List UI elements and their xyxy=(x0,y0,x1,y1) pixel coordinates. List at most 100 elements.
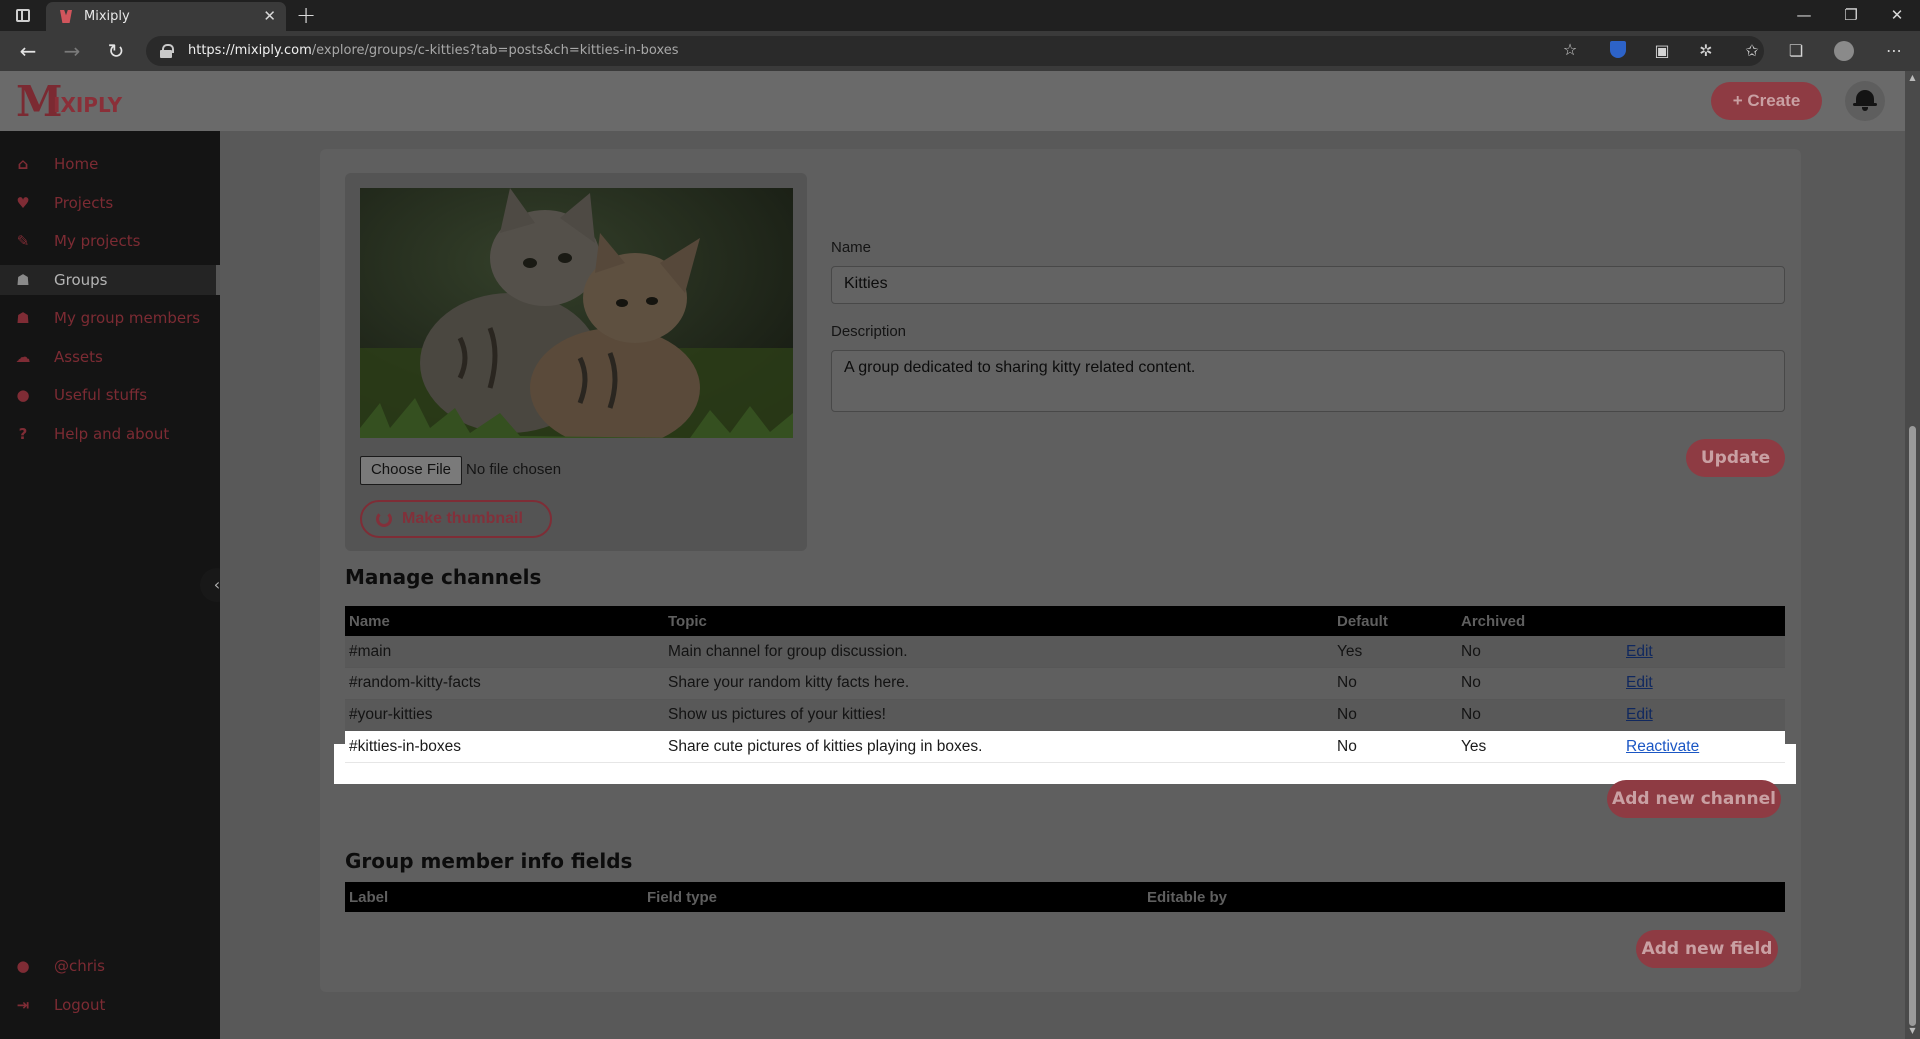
tab-title: Mixiply xyxy=(84,9,130,24)
bitwarden-icon[interactable] xyxy=(1608,41,1628,61)
channel-topic: Show us pictures of your kitties! xyxy=(664,699,1333,731)
lightbulb-icon: ● xyxy=(16,386,30,404)
channel-archived: No xyxy=(1457,667,1607,700)
settings-more-icon[interactable]: ⋯ xyxy=(1884,41,1904,61)
reactivate-link[interactable]: Reactivate xyxy=(1626,738,1699,755)
users-icon: ☗ xyxy=(16,271,30,289)
column-header xyxy=(1607,606,1785,636)
group-icon: ☗ xyxy=(16,309,30,327)
member-fields-header-row: Label Field type Editable by xyxy=(345,882,1785,912)
channel-default: No xyxy=(1333,699,1457,731)
extensions-icon[interactable]: ✲ xyxy=(1696,41,1716,61)
column-header: Topic xyxy=(664,606,1333,636)
sidebar-item-help-and-about[interactable]: ? Help and about xyxy=(0,419,216,449)
forward-icon[interactable]: → xyxy=(58,37,86,65)
lock-icon[interactable] xyxy=(160,44,174,58)
question-icon: ? xyxy=(18,425,28,443)
main-content: Choose File No file chosen Make thumbnai… xyxy=(220,131,1905,1039)
name-label: Name xyxy=(831,239,872,256)
channel-topic: Main channel for group discussion. xyxy=(664,636,1333,668)
refresh-icon xyxy=(376,511,392,527)
scroll-thumb[interactable] xyxy=(1909,426,1916,1026)
table-row: #random-kitty-facts Share your random ki… xyxy=(345,667,1785,700)
scroll-down-icon[interactable]: ▼ xyxy=(1908,1026,1917,1036)
channel-name: #main xyxy=(345,636,664,668)
address-bar-row: ← → ↻ https://mixiply.com/explore/groups… xyxy=(0,31,1920,71)
column-header: Default xyxy=(1333,606,1457,636)
add-new-channel-button[interactable]: Add new channel xyxy=(1607,780,1781,818)
browser-tab[interactable]: Mixiply ✕ xyxy=(46,2,286,31)
page-scrollbar[interactable]: ▲ ▼ xyxy=(1905,71,1920,1039)
member-fields-table: Label Field type Editable by xyxy=(345,882,1785,912)
mixiply-logo[interactable]: M IXIPLY xyxy=(16,79,122,125)
restore-icon[interactable]: ❐ xyxy=(1836,5,1866,25)
group-settings-panel: Choose File No file chosen Make thumbnai… xyxy=(320,149,1801,992)
back-icon[interactable]: ← xyxy=(14,37,42,65)
channel-name: #your-kitties xyxy=(345,699,664,731)
sidebar-item-assets[interactable]: ☁ Assets xyxy=(0,342,216,372)
home-icon: ⌂ xyxy=(17,155,29,173)
logout-icon: ⇥ xyxy=(16,996,30,1014)
edit-link[interactable]: Edit xyxy=(1626,674,1653,691)
name-input[interactable]: Kitties xyxy=(831,266,1785,304)
column-header: Label xyxy=(345,882,643,912)
minimize-icon[interactable]: — xyxy=(1789,5,1819,25)
sidebar-item-my-group-members[interactable]: ☗ My group members xyxy=(0,303,216,333)
channel-topic: Share your random kitty facts here. xyxy=(664,667,1333,700)
channels-table: Name Topic Default Archived #main Main c… xyxy=(345,606,1785,763)
column-header: Name xyxy=(345,606,664,636)
cloud-icon: ☁ xyxy=(15,348,31,366)
add-new-field-button[interactable]: Add new field xyxy=(1636,930,1778,968)
sidebar-item-logout[interactable]: ⇥ Logout xyxy=(0,990,216,1020)
close-tab-icon[interactable]: ✕ xyxy=(263,7,276,25)
sidebar-item-groups[interactable]: ☗ Groups xyxy=(0,265,220,295)
collections-icon[interactable]: ❏ xyxy=(1786,41,1806,61)
column-header: Field type xyxy=(643,882,1143,912)
channel-default: No xyxy=(1333,730,1457,763)
channel-name: #random-kitty-facts xyxy=(345,667,664,700)
sidebar-item-user[interactable]: ● @chris xyxy=(0,951,216,981)
choose-file-button[interactable]: Choose File xyxy=(360,456,462,485)
make-thumbnail-button[interactable]: Make thumbnail xyxy=(360,500,552,538)
favorites-icon[interactable]: ✩ xyxy=(1742,41,1762,61)
thumbnail-card: Choose File No file chosen Make thumbnai… xyxy=(345,173,807,551)
channel-topic: Share cute pictures of kitties playing i… xyxy=(664,730,1333,763)
file-status: No file chosen xyxy=(466,461,562,478)
sidebar-item-home[interactable]: ⌂ Home xyxy=(0,149,216,179)
browser-tab-bar: Mixiply ✕ + — ❐ ✕ xyxy=(0,0,1920,31)
user-icon: ● xyxy=(16,957,30,975)
bell-icon xyxy=(1853,90,1877,111)
create-button[interactable]: + Create xyxy=(1711,82,1822,120)
channels-header-row: Name Topic Default Archived xyxy=(345,606,1785,636)
refresh-icon[interactable]: ↻ xyxy=(102,37,130,65)
channel-default: Yes xyxy=(1333,636,1457,668)
image-icon[interactable]: ▣ xyxy=(1652,41,1672,61)
add-favorite-icon[interactable]: ☆ xyxy=(1560,40,1580,60)
description-textarea[interactable]: A group dedicated to sharing kitty relat… xyxy=(831,350,1785,412)
channel-archived: No xyxy=(1457,636,1607,668)
scroll-up-icon[interactable]: ▲ xyxy=(1908,73,1917,83)
close-window-icon[interactable]: ✕ xyxy=(1882,5,1912,25)
update-button[interactable]: Update xyxy=(1686,439,1785,477)
tab-actions-icon[interactable] xyxy=(16,9,30,22)
notifications-button[interactable] xyxy=(1845,81,1885,121)
table-row-highlighted: #kitties-in-boxes Share cute pictures of… xyxy=(345,730,1785,763)
url-bar[interactable]: https://mixiply.com/explore/groups/c-kit… xyxy=(146,36,1764,66)
url-text[interactable]: https://mixiply.com/explore/groups/c-kit… xyxy=(188,43,679,58)
mixiply-favicon-icon xyxy=(60,10,72,23)
table-row: #main Main channel for group discussion.… xyxy=(345,636,1785,668)
manage-channels-title: Manage channels xyxy=(345,565,542,589)
table-row: #your-kitties Show us pictures of your k… xyxy=(345,699,1785,731)
edit-link[interactable]: Edit xyxy=(1626,706,1653,723)
brush-icon: ✎ xyxy=(16,232,30,250)
channel-default: No xyxy=(1333,667,1457,700)
sidebar-item-my-projects[interactable]: ✎ My projects xyxy=(0,226,216,256)
sidebar-item-projects[interactable]: ♥ Projects xyxy=(0,188,216,218)
heart-icon: ♥ xyxy=(16,194,30,212)
profile-icon[interactable] xyxy=(1834,41,1854,61)
sidebar-item-useful-stuffs[interactable]: ● Useful stuffs xyxy=(0,380,216,410)
new-tab-icon[interactable]: + xyxy=(296,2,316,29)
group-thumbnail-image xyxy=(360,188,793,438)
channel-archived: Yes xyxy=(1457,730,1607,763)
edit-link[interactable]: Edit xyxy=(1626,643,1653,660)
